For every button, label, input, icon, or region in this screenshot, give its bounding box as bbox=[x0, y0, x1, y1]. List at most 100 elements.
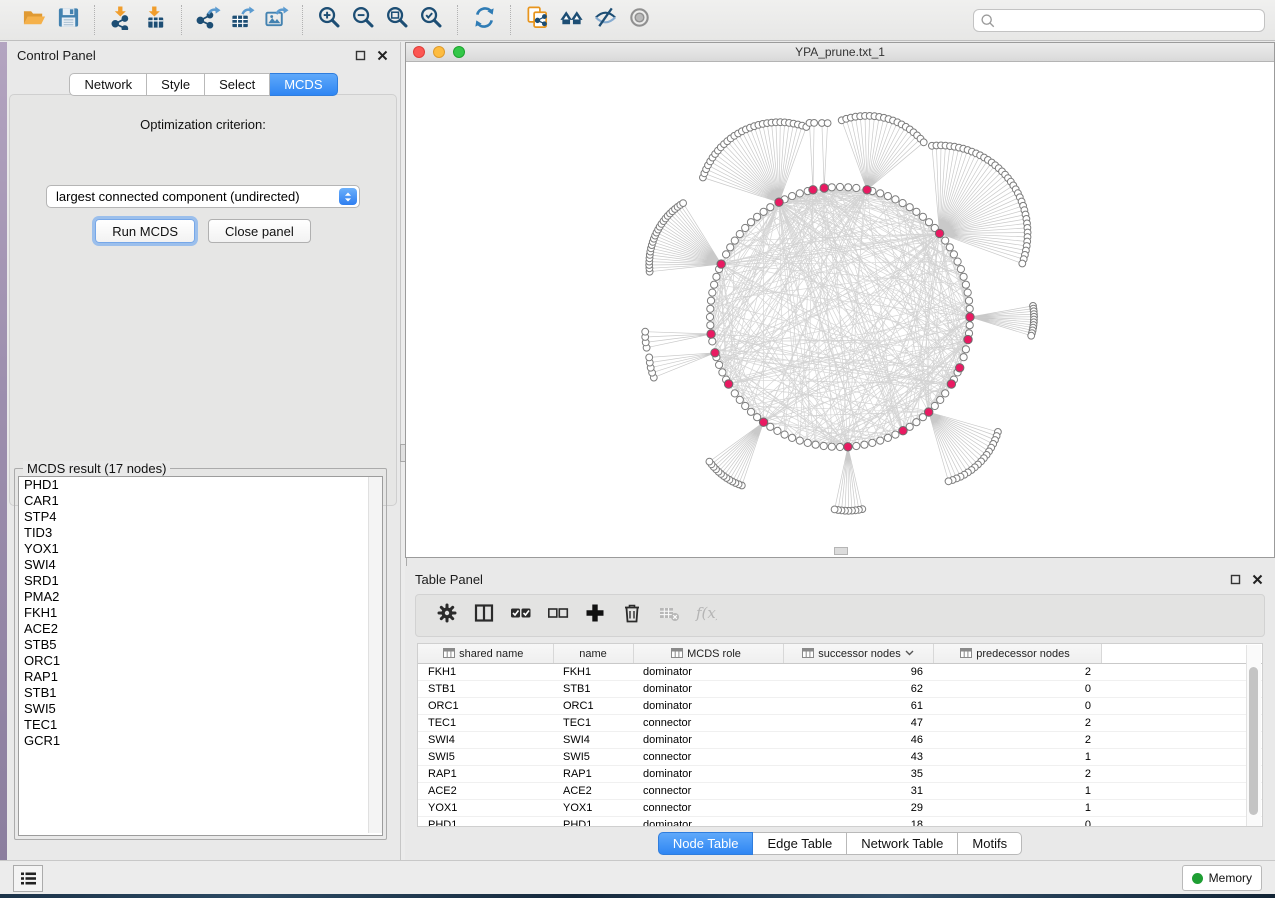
column-header-MCDS-role[interactable]: MCDS role bbox=[633, 644, 783, 664]
network-window-titlebar[interactable]: YPA_prune.txt_1 bbox=[406, 43, 1274, 62]
search-input[interactable] bbox=[999, 11, 1264, 31]
table-scrollbar-thumb[interactable] bbox=[1249, 667, 1258, 815]
mcds-result-item[interactable]: GCR1 bbox=[19, 733, 382, 749]
close-panel-button[interactable]: Close panel bbox=[208, 219, 311, 243]
table-cell: PHD1 bbox=[418, 817, 553, 828]
new-network-from-selection-button[interactable] bbox=[520, 5, 554, 35]
import-network-button[interactable] bbox=[104, 5, 138, 35]
table-tab-network-table[interactable]: Network Table bbox=[847, 832, 958, 855]
mcds-result-list[interactable]: PHD1CAR1STP4TID3YOX1SWI4SRD1PMA2FKH1ACE2… bbox=[18, 476, 383, 836]
mcds-result-item[interactable]: SWI4 bbox=[19, 557, 382, 573]
tab-mcds[interactable]: MCDS bbox=[270, 73, 337, 96]
select-all-button[interactable] bbox=[502, 598, 539, 634]
table-toolbar: f(x) bbox=[415, 594, 1265, 637]
mcds-result-item[interactable]: STB1 bbox=[19, 685, 382, 701]
task-history-button[interactable] bbox=[13, 865, 43, 892]
table-row[interactable]: TEC1TEC1connector472 bbox=[418, 715, 1262, 732]
memory-status-icon bbox=[1192, 873, 1203, 884]
delete-columns-button[interactable] bbox=[613, 598, 650, 634]
memory-button[interactable]: Memory bbox=[1182, 865, 1262, 891]
table-scrollbar[interactable] bbox=[1246, 645, 1261, 827]
column-header-shared-name[interactable]: shared name bbox=[418, 644, 553, 664]
table-tab-motifs[interactable]: Motifs bbox=[958, 832, 1022, 855]
zoom-fit-button[interactable] bbox=[380, 5, 414, 35]
criterion-select[interactable]: largest connected component (undirected) bbox=[46, 185, 360, 208]
column-header-successor-nodes[interactable]: successor nodes bbox=[783, 644, 933, 664]
column-type-icon bbox=[960, 648, 972, 660]
save-session-button[interactable] bbox=[51, 5, 85, 35]
minimize-window-icon[interactable] bbox=[433, 46, 445, 58]
mcds-result-item[interactable]: YOX1 bbox=[19, 541, 382, 557]
export-image-button[interactable] bbox=[259, 5, 293, 35]
export-table-button[interactable] bbox=[225, 5, 259, 35]
select-all-icon bbox=[510, 602, 532, 629]
table-row[interactable]: FKH1FKH1dominator962 bbox=[418, 664, 1262, 681]
mcds-result-item[interactable]: PHD1 bbox=[19, 477, 382, 493]
table-row[interactable]: PHD1PHD1dominator180 bbox=[418, 817, 1262, 828]
float-table-panel-icon[interactable] bbox=[1227, 571, 1243, 587]
table-cell: SWI5 bbox=[418, 749, 553, 766]
table-cell: SWI5 bbox=[553, 749, 633, 766]
refresh-view-button[interactable] bbox=[467, 5, 501, 35]
criterion-value: largest connected component (undirected) bbox=[56, 189, 300, 204]
save-session-icon bbox=[56, 5, 81, 35]
mcds-result-item[interactable]: STP4 bbox=[19, 509, 382, 525]
mcds-result-item[interactable]: STB5 bbox=[19, 637, 382, 653]
table-row[interactable]: RAP1RAP1dominator352 bbox=[418, 766, 1262, 783]
show-columns-button[interactable] bbox=[465, 598, 502, 634]
deselect-all-button[interactable] bbox=[539, 598, 576, 634]
float-panel-icon[interactable] bbox=[352, 47, 368, 63]
mcds-result-item[interactable]: TID3 bbox=[19, 525, 382, 541]
mcds-result-item[interactable]: TEC1 bbox=[19, 717, 382, 733]
mcds-result-item[interactable]: FKH1 bbox=[19, 605, 382, 621]
create-column-button[interactable] bbox=[576, 598, 613, 634]
table-cell: 18 bbox=[783, 817, 933, 828]
tab-network[interactable]: Network bbox=[69, 73, 147, 96]
mcds-tab-content: Optimization criterion: largest connecte… bbox=[9, 94, 397, 506]
table-cell: 31 bbox=[783, 783, 933, 800]
zoom-in-button[interactable] bbox=[312, 5, 346, 35]
column-header-name[interactable]: name bbox=[553, 644, 633, 664]
search-field[interactable] bbox=[973, 9, 1265, 32]
open-file-button[interactable] bbox=[17, 5, 51, 35]
close-panel-icon[interactable] bbox=[374, 47, 390, 63]
show-hidden-button[interactable] bbox=[622, 5, 656, 35]
table-cell: 2 bbox=[933, 766, 1101, 783]
mcds-result-item[interactable]: PMA2 bbox=[19, 589, 382, 605]
import-table-button[interactable] bbox=[138, 5, 172, 35]
table-row[interactable]: SWI4SWI4dominator462 bbox=[418, 732, 1262, 749]
mcds-result-item[interactable]: ACE2 bbox=[19, 621, 382, 637]
first-neighbors-button[interactable] bbox=[554, 5, 588, 35]
column-header-predecessor-nodes[interactable]: predecessor nodes bbox=[933, 644, 1101, 664]
table-tab-edge-table[interactable]: Edge Table bbox=[753, 832, 847, 855]
export-network-button[interactable] bbox=[191, 5, 225, 35]
close-window-icon[interactable] bbox=[413, 46, 425, 58]
mcds-list-scrollbar[interactable] bbox=[368, 477, 382, 833]
table-tab-node-table[interactable]: Node Table bbox=[658, 832, 754, 855]
app-window: Control Panel NetworkStyleSelectMCDS Opt… bbox=[0, 0, 1275, 898]
zoom-out-button[interactable] bbox=[346, 5, 380, 35]
mcds-result-item[interactable]: ORC1 bbox=[19, 653, 382, 669]
tab-select[interactable]: Select bbox=[205, 73, 270, 96]
mcds-result-item[interactable]: SRD1 bbox=[19, 573, 382, 589]
node-table: shared namenameMCDS rolesuccessor nodesp… bbox=[417, 643, 1263, 827]
table-row[interactable]: YOX1YOX1connector291 bbox=[418, 800, 1262, 817]
close-table-panel-icon[interactable] bbox=[1249, 571, 1265, 587]
network-scrollbar-handle[interactable] bbox=[834, 547, 848, 555]
table-row[interactable]: STB1STB1dominator620 bbox=[418, 681, 1262, 698]
network-canvas[interactable] bbox=[406, 62, 1274, 557]
mcds-result-item[interactable]: SWI5 bbox=[19, 701, 382, 717]
mcds-result-item[interactable]: RAP1 bbox=[19, 669, 382, 685]
hide-selected-button[interactable] bbox=[588, 5, 622, 35]
table-row[interactable]: SWI5SWI5connector431 bbox=[418, 749, 1262, 766]
table-settings-button[interactable] bbox=[428, 598, 465, 634]
table-row[interactable]: ORC1ORC1dominator610 bbox=[418, 698, 1262, 715]
table-row[interactable]: ACE2ACE2connector311 bbox=[418, 783, 1262, 800]
zoom-selected-button[interactable] bbox=[414, 5, 448, 35]
sort-desc-icon bbox=[905, 648, 914, 660]
function-builder-icon: f(x) bbox=[695, 602, 717, 629]
maximize-window-icon[interactable] bbox=[453, 46, 465, 58]
run-mcds-button[interactable]: Run MCDS bbox=[95, 219, 195, 243]
mcds-result-item[interactable]: CAR1 bbox=[19, 493, 382, 509]
tab-style[interactable]: Style bbox=[147, 73, 205, 96]
